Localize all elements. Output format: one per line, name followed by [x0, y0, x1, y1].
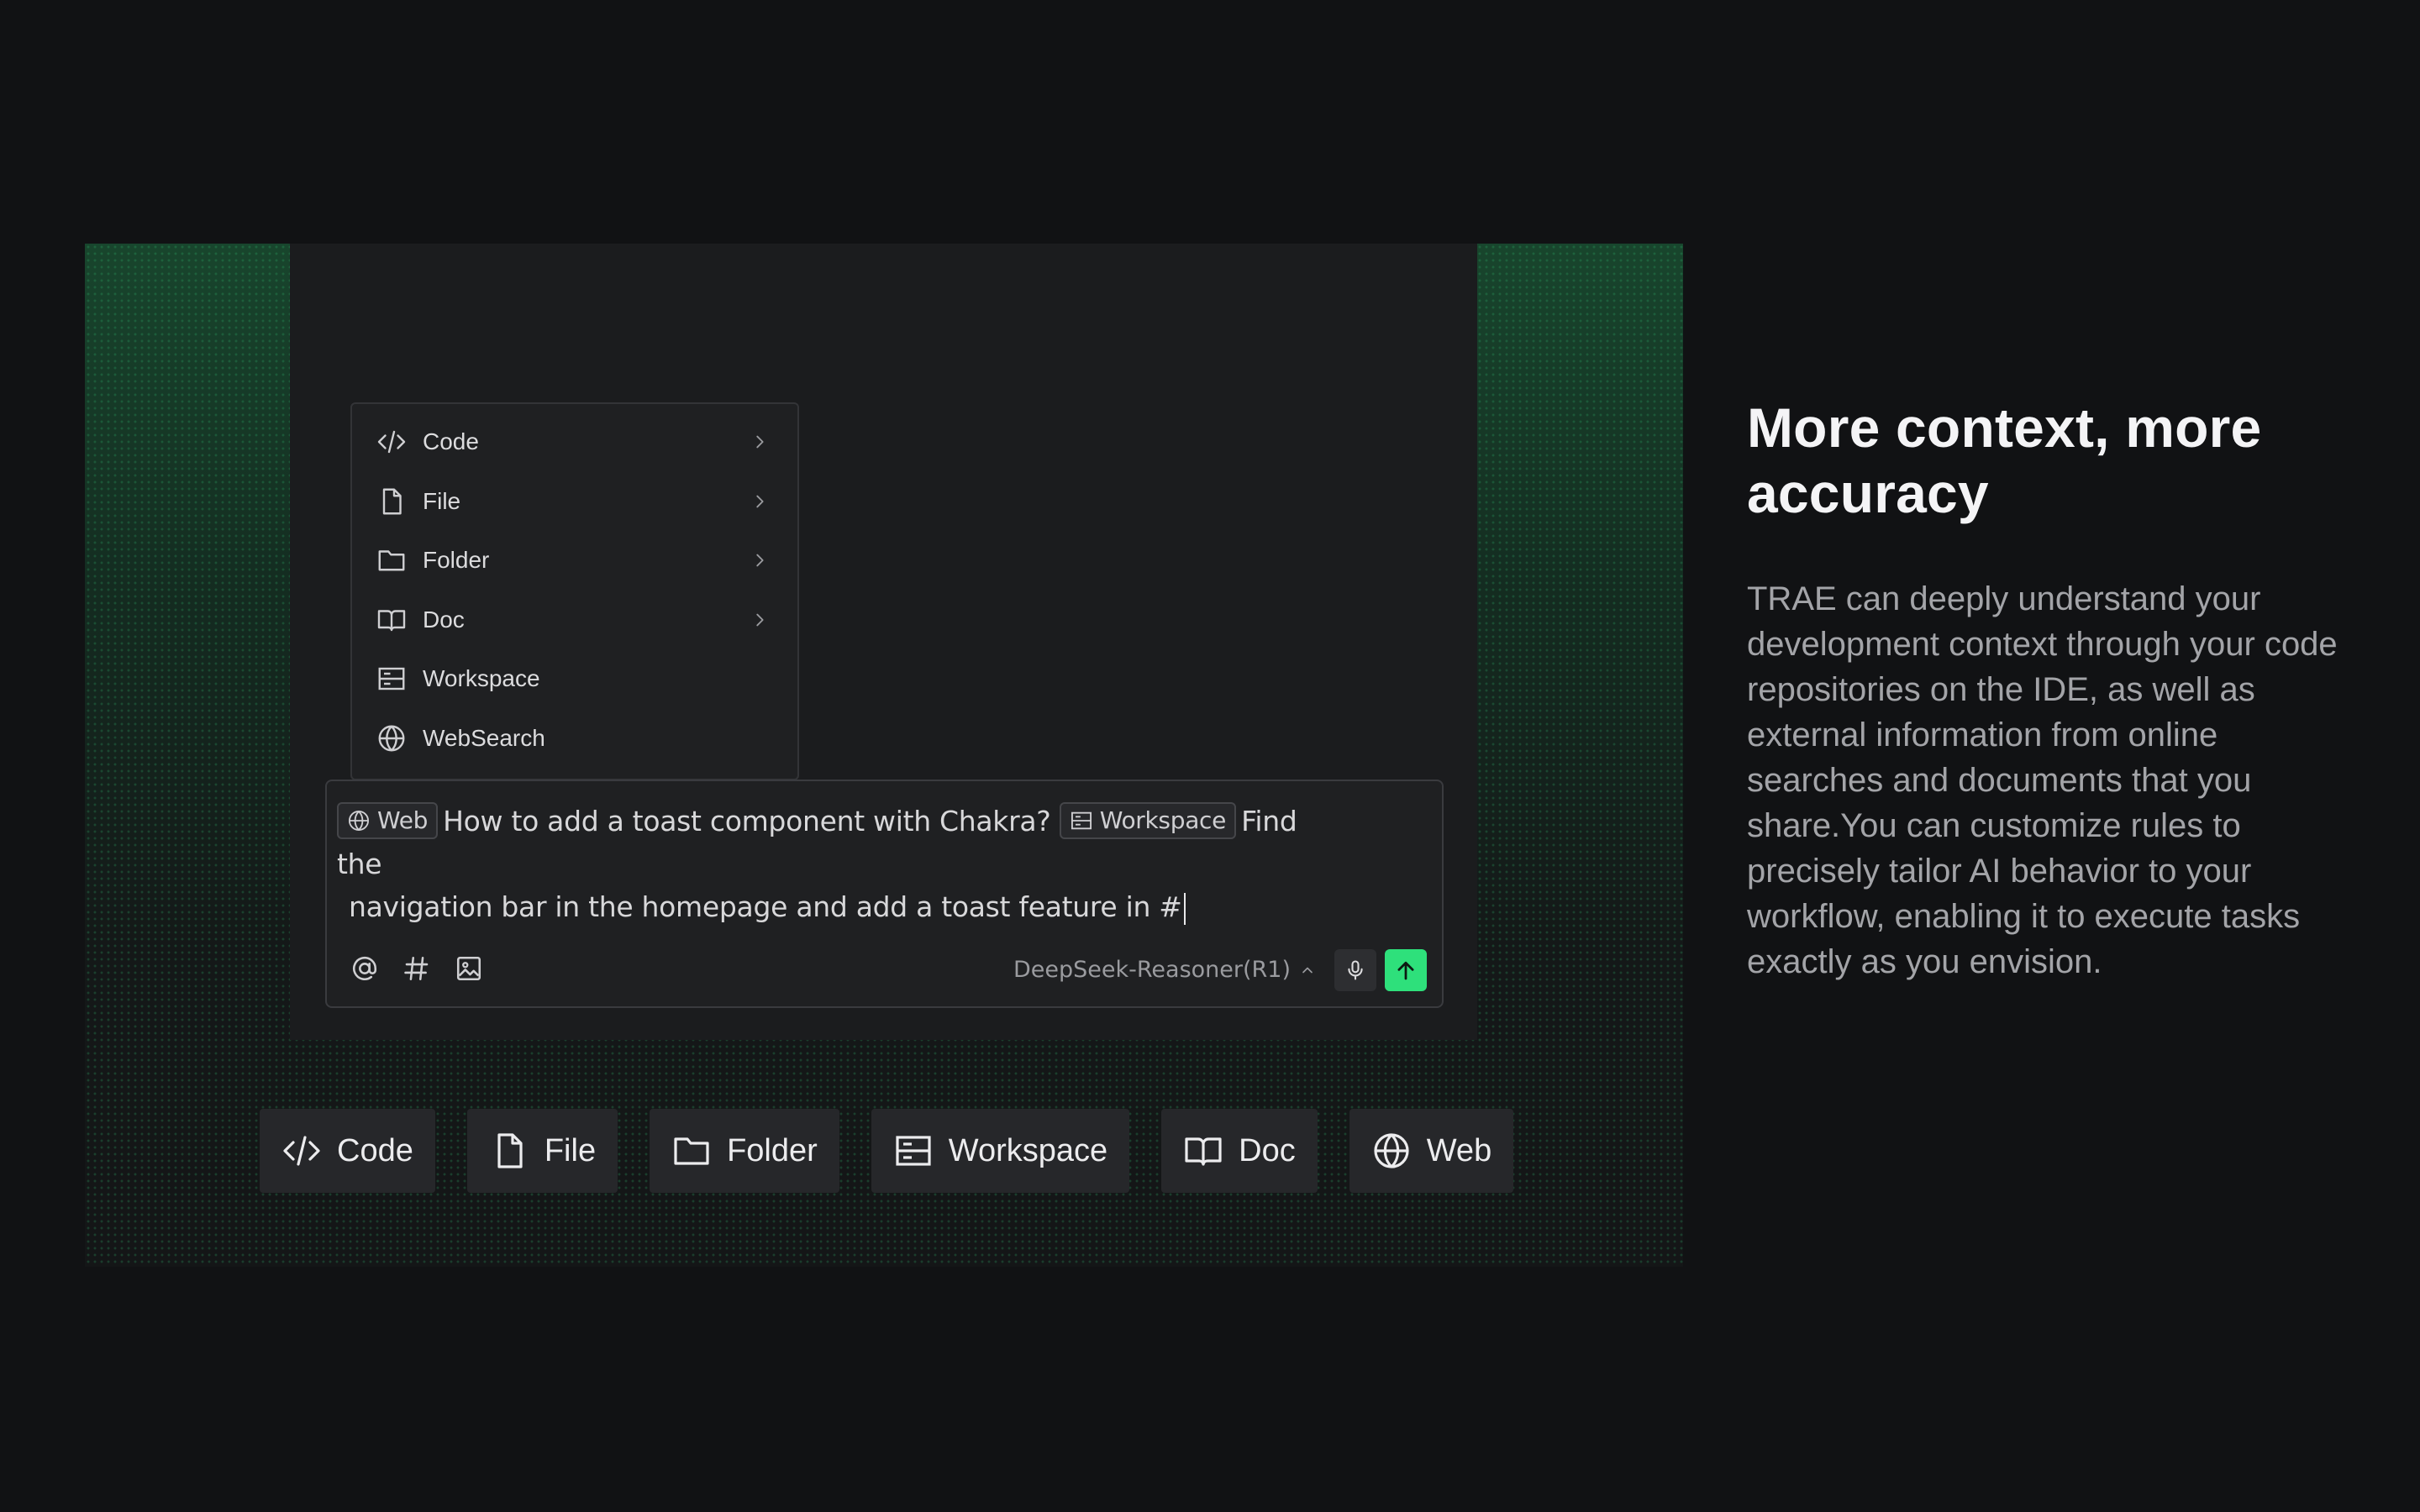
globe-icon: [1371, 1131, 1412, 1171]
model-selector[interactable]: DeepSeek-Reasoner(R1): [1013, 957, 1316, 983]
composer-input[interactable]: Web How to add a toast component with Cha…: [337, 800, 1341, 928]
book-icon: [1183, 1131, 1223, 1171]
chat-composer[interactable]: Web How to add a toast component with Cha…: [325, 780, 1444, 1008]
book-icon: [376, 604, 408, 636]
pill-web: Web: [1349, 1109, 1514, 1193]
pill-workspace: Workspace: [871, 1109, 1130, 1193]
menu-item-label: File: [423, 487, 461, 514]
chevron-right-icon: [750, 611, 769, 629]
chevron-right-icon: [750, 551, 769, 570]
workspace-icon: [376, 663, 408, 695]
feature-title: More context, more accuracy: [1747, 396, 2262, 524]
chat-panel: Code File Folder Doc Workspace WebSearch…: [290, 244, 1477, 1040]
feature-illustration: Code File Folder Doc Workspace WebSearch…: [85, 244, 1683, 1267]
pill-doc: Doc: [1161, 1109, 1318, 1193]
pill-folder: Folder: [650, 1109, 839, 1193]
menu-item-file[interactable]: File: [352, 472, 797, 532]
menu-item-workspace[interactable]: Workspace: [352, 649, 797, 709]
workspace-icon: [1070, 809, 1093, 832]
context-chip-web[interactable]: Web: [337, 801, 439, 839]
code-icon: [376, 426, 408, 458]
hash-icon[interactable]: [401, 953, 433, 984]
menu-item-label: Folder: [423, 547, 490, 574]
menu-item-websearch[interactable]: WebSearch: [352, 709, 797, 769]
workspace-icon: [893, 1131, 934, 1171]
menu-item-folder[interactable]: Folder: [352, 531, 797, 591]
file-icon: [489, 1131, 529, 1171]
model-name: DeepSeek-Reasoner(R1): [1013, 957, 1291, 983]
feature-body: TRAE can deeply understand your developm…: [1747, 580, 2338, 980]
globe-icon: [376, 722, 408, 754]
microphone-icon: [1348, 960, 1363, 980]
send-button[interactable]: [1385, 949, 1427, 991]
context-chip-workspace[interactable]: Workspace: [1059, 801, 1237, 839]
menu-item-label: Code: [423, 428, 479, 455]
pill-file: File: [466, 1109, 618, 1193]
text-caret: [1183, 892, 1186, 925]
menu-item-label: Doc: [423, 606, 465, 633]
folder-icon: [376, 544, 408, 576]
pill-code: Code: [260, 1109, 435, 1193]
menu-item-label: Workspace: [423, 665, 540, 692]
menu-item-doc[interactable]: Doc: [352, 591, 797, 650]
menu-item-label: WebSearch: [423, 724, 545, 751]
menu-item-code[interactable]: Code: [352, 412, 797, 472]
at-icon[interactable]: [349, 953, 381, 984]
chevron-right-icon: [750, 433, 769, 451]
context-type-pills: Code File Folder Workspace Doc Web: [260, 1109, 1514, 1193]
voice-input-button[interactable]: [1334, 949, 1376, 991]
chevron-up-icon: [1299, 962, 1316, 979]
folder-icon: [671, 1131, 712, 1171]
prompt-text-line2: navigation bar in the homepage and add a…: [349, 890, 1182, 923]
chevron-right-icon: [750, 492, 769, 511]
arrow-up-icon: [1397, 961, 1414, 980]
feature-description: More context, more accuracy TRAE can dee…: [1747, 395, 2352, 984]
code-icon: [281, 1131, 322, 1171]
context-menu: Code File Folder Doc Workspace WebSearch: [350, 402, 799, 780]
prompt-text: How to add a toast component with Chakra…: [443, 805, 1051, 837]
composer-toolbar: [349, 953, 485, 984]
globe-icon: [347, 809, 371, 832]
file-icon: [376, 486, 408, 517]
image-icon[interactable]: [453, 953, 485, 984]
